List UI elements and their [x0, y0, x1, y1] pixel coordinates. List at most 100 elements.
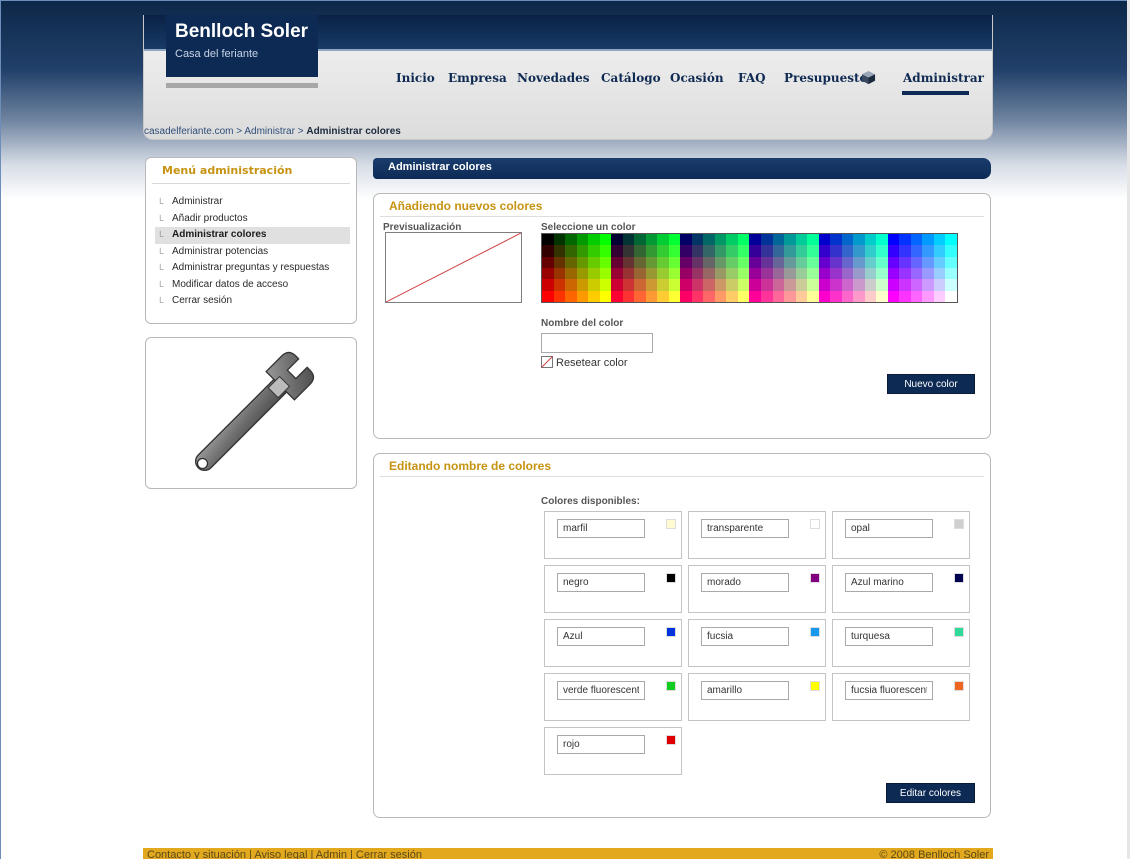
- palette-swatch[interactable]: [853, 290, 865, 302]
- palette-swatch[interactable]: [657, 290, 669, 302]
- palette-swatch[interactable]: [749, 267, 762, 280]
- menu-item-administrar-colores[interactable]: └ Administrar colores: [155, 227, 350, 244]
- palette-swatch[interactable]: [772, 267, 785, 280]
- palette-swatch[interactable]: [841, 256, 854, 268]
- palette-swatch[interactable]: [726, 256, 738, 268]
- nav-empresa[interactable]: Empresa: [448, 71, 507, 85]
- palette-swatch[interactable]: [737, 279, 750, 291]
- palette-swatch[interactable]: [737, 290, 750, 302]
- palette-swatch[interactable]: [945, 245, 957, 257]
- palette-swatch[interactable]: [611, 279, 623, 291]
- palette-swatch[interactable]: [784, 234, 796, 246]
- palette-swatch[interactable]: [668, 279, 681, 291]
- palette-swatch[interactable]: [864, 279, 877, 291]
- palette-swatch[interactable]: [910, 245, 923, 257]
- color-name-field[interactable]: [845, 681, 933, 700]
- palette-swatch[interactable]: [703, 245, 715, 257]
- palette-swatch[interactable]: [784, 279, 796, 291]
- color-name-field[interactable]: [845, 627, 933, 646]
- palette-swatch[interactable]: [749, 279, 762, 291]
- color-name-field[interactable]: [557, 519, 645, 538]
- palette-swatch[interactable]: [645, 290, 658, 302]
- palette-swatch[interactable]: [899, 256, 911, 268]
- palette-swatch[interactable]: [576, 267, 589, 280]
- palette-swatch[interactable]: [565, 256, 577, 268]
- palette-swatch[interactable]: [876, 290, 888, 302]
- palette-swatch[interactable]: [622, 256, 635, 268]
- palette-swatch[interactable]: [737, 267, 750, 280]
- palette-swatch[interactable]: [576, 290, 589, 302]
- menu-item-anadir-productos[interactable]: └ Añadir productos: [155, 211, 350, 228]
- palette-swatch[interactable]: [703, 279, 715, 291]
- color-name-field[interactable]: [845, 519, 933, 538]
- palette-swatch[interactable]: [899, 234, 911, 246]
- palette-swatch[interactable]: [864, 290, 877, 302]
- palette-swatch[interactable]: [876, 279, 888, 291]
- palette-swatch[interactable]: [945, 256, 957, 268]
- palette-swatch[interactable]: [807, 256, 819, 268]
- palette-swatch[interactable]: [565, 245, 577, 257]
- palette-swatch[interactable]: [714, 256, 727, 268]
- palette-swatch[interactable]: [645, 245, 658, 257]
- palette-swatch[interactable]: [565, 267, 577, 280]
- palette-swatch[interactable]: [933, 234, 946, 246]
- palette-swatch[interactable]: [761, 267, 773, 280]
- palette-swatch[interactable]: [645, 279, 658, 291]
- palette-swatch[interactable]: [714, 290, 727, 302]
- palette-swatch[interactable]: [565, 279, 577, 291]
- palette-swatch[interactable]: [933, 290, 946, 302]
- palette-swatch[interactable]: [945, 234, 957, 246]
- palette-swatch[interactable]: [818, 256, 831, 268]
- palette-swatch[interactable]: [749, 256, 762, 268]
- palette-swatch[interactable]: [714, 267, 727, 280]
- edit-colors-button[interactable]: Editar colores: [886, 783, 975, 803]
- breadcrumb-parent[interactable]: Administrar: [244, 126, 295, 137]
- palette-swatch[interactable]: [795, 256, 808, 268]
- palette-swatch[interactable]: [841, 245, 854, 257]
- palette-swatch[interactable]: [542, 290, 554, 302]
- palette-swatch[interactable]: [922, 267, 934, 280]
- palette-swatch[interactable]: [645, 267, 658, 280]
- palette-swatch[interactable]: [703, 267, 715, 280]
- palette-swatch[interactable]: [841, 234, 854, 246]
- palette-swatch[interactable]: [737, 234, 750, 246]
- palette-swatch[interactable]: [761, 245, 773, 257]
- color-name-field[interactable]: [701, 681, 789, 700]
- palette-swatch[interactable]: [691, 234, 704, 246]
- palette-swatch[interactable]: [853, 245, 865, 257]
- palette-swatch[interactable]: [841, 267, 854, 280]
- palette-swatch[interactable]: [853, 256, 865, 268]
- palette-swatch[interactable]: [945, 267, 957, 280]
- palette-swatch[interactable]: [622, 234, 635, 246]
- palette-swatch[interactable]: [922, 234, 934, 246]
- palette-swatch[interactable]: [830, 256, 842, 268]
- palette-swatch[interactable]: [795, 279, 808, 291]
- palette-swatch[interactable]: [576, 234, 589, 246]
- palette-swatch[interactable]: [945, 279, 957, 291]
- palette-swatch[interactable]: [657, 245, 669, 257]
- palette-swatch[interactable]: [703, 256, 715, 268]
- palette-swatch[interactable]: [565, 290, 577, 302]
- palette-swatch[interactable]: [853, 279, 865, 291]
- palette-swatch[interactable]: [668, 290, 681, 302]
- palette-swatch[interactable]: [599, 234, 612, 246]
- nav-faq[interactable]: FAQ: [738, 71, 766, 85]
- palette-swatch[interactable]: [576, 279, 589, 291]
- palette-swatch[interactable]: [887, 267, 900, 280]
- palette-swatch[interactable]: [611, 234, 623, 246]
- menu-item-cerrar-sesion[interactable]: └ Cerrar sesión: [155, 293, 350, 310]
- cube-icon[interactable]: [861, 70, 876, 85]
- palette-swatch[interactable]: [588, 267, 600, 280]
- color-name-field[interactable]: [701, 627, 789, 646]
- palette-swatch[interactable]: [864, 234, 877, 246]
- palette-swatch[interactable]: [922, 290, 934, 302]
- palette-swatch[interactable]: [680, 234, 692, 246]
- color-name-field[interactable]: [557, 681, 645, 700]
- palette-swatch[interactable]: [599, 256, 612, 268]
- palette-swatch[interactable]: [876, 245, 888, 257]
- palette-swatch[interactable]: [795, 290, 808, 302]
- palette-swatch[interactable]: [657, 256, 669, 268]
- palette-swatch[interactable]: [807, 234, 819, 246]
- palette-swatch[interactable]: [749, 234, 762, 246]
- palette-swatch[interactable]: [910, 267, 923, 280]
